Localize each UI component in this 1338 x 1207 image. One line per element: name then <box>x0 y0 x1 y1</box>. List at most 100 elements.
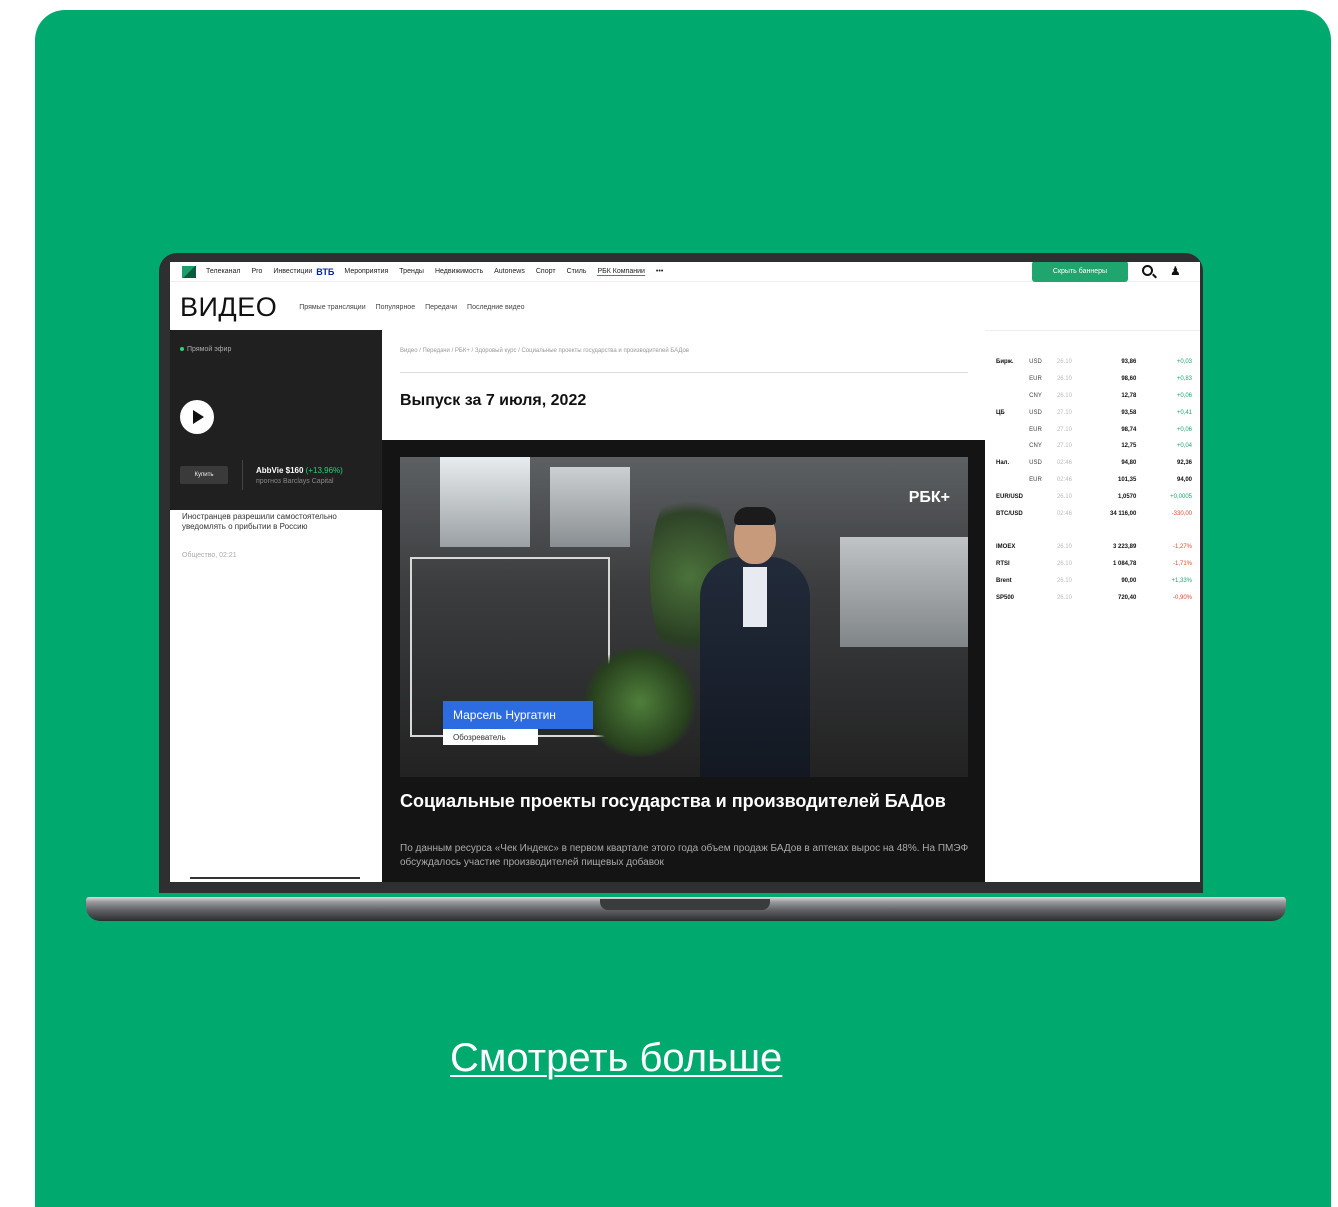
rates-cell-change: -330,00 <box>1171 510 1192 517</box>
buy-button[interactable]: Купить <box>180 466 228 484</box>
article-lead: По данным ресурса «Чек Индекс» в первом … <box>400 843 969 868</box>
tab-latest[interactable]: Последние видео <box>467 304 524 311</box>
rbc-logo-icon[interactable] <box>182 265 196 278</box>
rates-cell-value: 98,74 <box>1121 426 1137 433</box>
news-item-meta: Общество, 02:21 <box>182 552 237 559</box>
rates-cell-group <box>994 472 1027 489</box>
nav-item-investments[interactable]: Инвестиции <box>273 268 312 275</box>
tab-live[interactable]: Прямые трансляции <box>299 304 365 311</box>
nav-item-events[interactable]: Мероприятия <box>344 268 388 275</box>
rates-row[interactable]: IMOEX 26.10 3 223,89 -1,27% <box>994 539 1194 556</box>
left-footer-bar <box>190 877 360 879</box>
rates-cell-date: 26.10 <box>1056 594 1072 601</box>
rates-cell-cur <box>1027 556 1055 573</box>
rates-row[interactable]: Бирж. USD 26.10 93,86 +0,03 <box>994 354 1194 371</box>
top-nav: Телеканал Pro Инвестиции ВТБ Мероприятия… <box>170 262 1200 282</box>
rates-cell-cur: USD <box>1029 359 1042 366</box>
search-icon[interactable] <box>1142 265 1153 276</box>
rates-cell-group: Бирж. <box>996 359 1014 366</box>
rates-row[interactable]: EUR/USD 26.10 1,0570 +0,0005 <box>994 488 1194 505</box>
presenter-name: Марсель Нургатин <box>443 701 593 729</box>
rates-row[interactable]: Brent 26.10 90,00 +1,33% <box>994 572 1194 589</box>
play-button[interactable] <box>180 400 214 434</box>
rates-cell-group <box>994 371 1027 388</box>
nav-item-style[interactable]: Стиль <box>567 268 587 275</box>
rates-cell-cur: CNY <box>1029 392 1042 399</box>
rates-cell-date: 02:46 <box>1056 510 1072 517</box>
see-more-link[interactable]: Смотреть больше <box>450 1036 782 1081</box>
rates-cell-change: +0,03 <box>1176 359 1192 366</box>
rates-cell-cur <box>1027 539 1055 556</box>
rates-cell-value: 34 116,00 <box>1109 510 1137 517</box>
rates-row[interactable]: RTSI 26.10 1 084,78 -1,71% <box>994 556 1194 573</box>
nav-item-pro[interactable]: Pro <box>251 268 262 275</box>
video-player[interactable]: РБК+ Марсель Нургатин Обозреватель <box>400 457 968 777</box>
vtb-logo[interactable]: ВТБ <box>316 267 334 277</box>
rates-cell-group: ЦБ <box>996 409 1005 416</box>
nav-more-icon[interactable]: ••• <box>656 268 663 275</box>
rates-row[interactable]: Нал. USD 02:46 94,80 92,36 <box>994 455 1194 472</box>
rates-cell-group <box>994 421 1027 438</box>
presenter-role: Обозреватель <box>443 729 538 745</box>
rates-cell-value: 1,0570 <box>1118 493 1137 500</box>
rates-cell-value: 12,75 <box>1121 443 1137 450</box>
rates-row[interactable]: EUR 26.10 98,60 +0,83 <box>994 371 1194 388</box>
rates-cell-date: 27.10 <box>1056 409 1072 416</box>
live-label: Прямой эфир <box>180 346 231 353</box>
article-title[interactable]: Социальные проекты государства и произво… <box>400 790 960 812</box>
ticker-headline[interactable]: AbbVie $160 (+13,96%) <box>256 466 343 475</box>
nav-item-autonews[interactable]: Autonews <box>494 268 525 275</box>
rates-row[interactable]: ЦБ USD 27.10 93,58 +0,41 <box>994 404 1194 421</box>
live-dot-icon <box>180 347 184 351</box>
nav-item-tv[interactable]: Телеканал <box>206 268 240 275</box>
rates-cell-group: Нал. <box>996 460 1010 467</box>
rates-cell-change: +0,41 <box>1176 409 1192 416</box>
rates-cell-change: +1,33% <box>1171 577 1192 584</box>
rates-cell-group <box>994 522 1027 539</box>
issue-title: Выпуск за 7 июля, 2022 <box>400 392 587 409</box>
rates-row[interactable]: CNY 27.10 12,75 +0,04 <box>994 438 1194 455</box>
rates-row[interactable]: SP500 26.10 720,40 -0,90% <box>994 589 1194 606</box>
rates-cell-group: SP500 <box>996 594 1015 601</box>
rates-row[interactable]: BTC/USD 02:46 34 116,00 -330,00 <box>994 505 1194 522</box>
rates-cell-cur: USD <box>1029 409 1042 416</box>
rates-cell-change: -1,71% <box>1172 560 1192 567</box>
rates-row[interactable]: CNY 26.10 12,78 +0,06 <box>994 388 1194 405</box>
rates-cell-change <box>1138 522 1194 539</box>
rates-cell-change: +0,06 <box>1176 426 1192 433</box>
news-item-title[interactable]: Иностранцев разрешили самостоятельно уве… <box>182 512 342 532</box>
rates-cell-cur <box>1027 572 1055 589</box>
tab-shows[interactable]: Передачи <box>425 304 457 311</box>
rates-cell-cur: EUR <box>1029 376 1042 383</box>
rates-cell-date: 27.10 <box>1056 426 1072 433</box>
rates-row[interactable]: EUR 27.10 98,74 +0,06 <box>994 421 1194 438</box>
rates-cell-value: 12,78 <box>1121 392 1137 399</box>
divider <box>242 460 243 490</box>
live-panel: Прямой эфир Купить AbbVie $160 (+13,96%)… <box>170 330 382 510</box>
rates-cell-value: 94,80 <box>1121 460 1137 467</box>
rates-cell-group <box>994 438 1027 455</box>
ticker-change: (+13,96%) <box>305 466 343 475</box>
nav-item-trends[interactable]: Тренды <box>399 268 424 275</box>
rates-cell-cur: CNY <box>1029 443 1042 450</box>
user-icon[interactable]: ♟ <box>1170 264 1181 278</box>
laptop-screen: Телеканал Pro Инвестиции ВТБ Мероприятия… <box>170 262 1200 882</box>
rates-cell-change: -1,27% <box>1172 544 1192 551</box>
rates-cell-cur: EUR <box>1029 476 1042 483</box>
nav-item-sport[interactable]: Спорт <box>536 268 556 275</box>
breadcrumb[interactable]: Видео / Передачи / РБК+ / Здоровый курс … <box>400 348 689 354</box>
page-title: ВИДЕО <box>180 291 278 322</box>
channel-logo: РБК+ <box>908 489 950 506</box>
nav-item-realty[interactable]: Недвижимость <box>435 268 483 275</box>
rates-row[interactable] <box>994 522 1194 539</box>
rates-row[interactable]: EUR 02:46 101,35 94,00 <box>994 472 1194 489</box>
rates-cell-date: 26.10 <box>1056 577 1072 584</box>
rates-cell-date: 26.10 <box>1056 493 1072 500</box>
rates-cell-date <box>1055 522 1087 539</box>
ticker-name: AbbVie $160 <box>256 466 304 475</box>
rates-cell-value <box>1087 522 1138 539</box>
tab-popular[interactable]: Популярное <box>376 304 415 311</box>
nav-item-rbc-companies[interactable]: РБК Компании <box>597 268 645 276</box>
hide-banners-button[interactable]: Скрыть баннеры <box>1032 262 1128 282</box>
rates-cell-cur <box>1027 589 1055 606</box>
